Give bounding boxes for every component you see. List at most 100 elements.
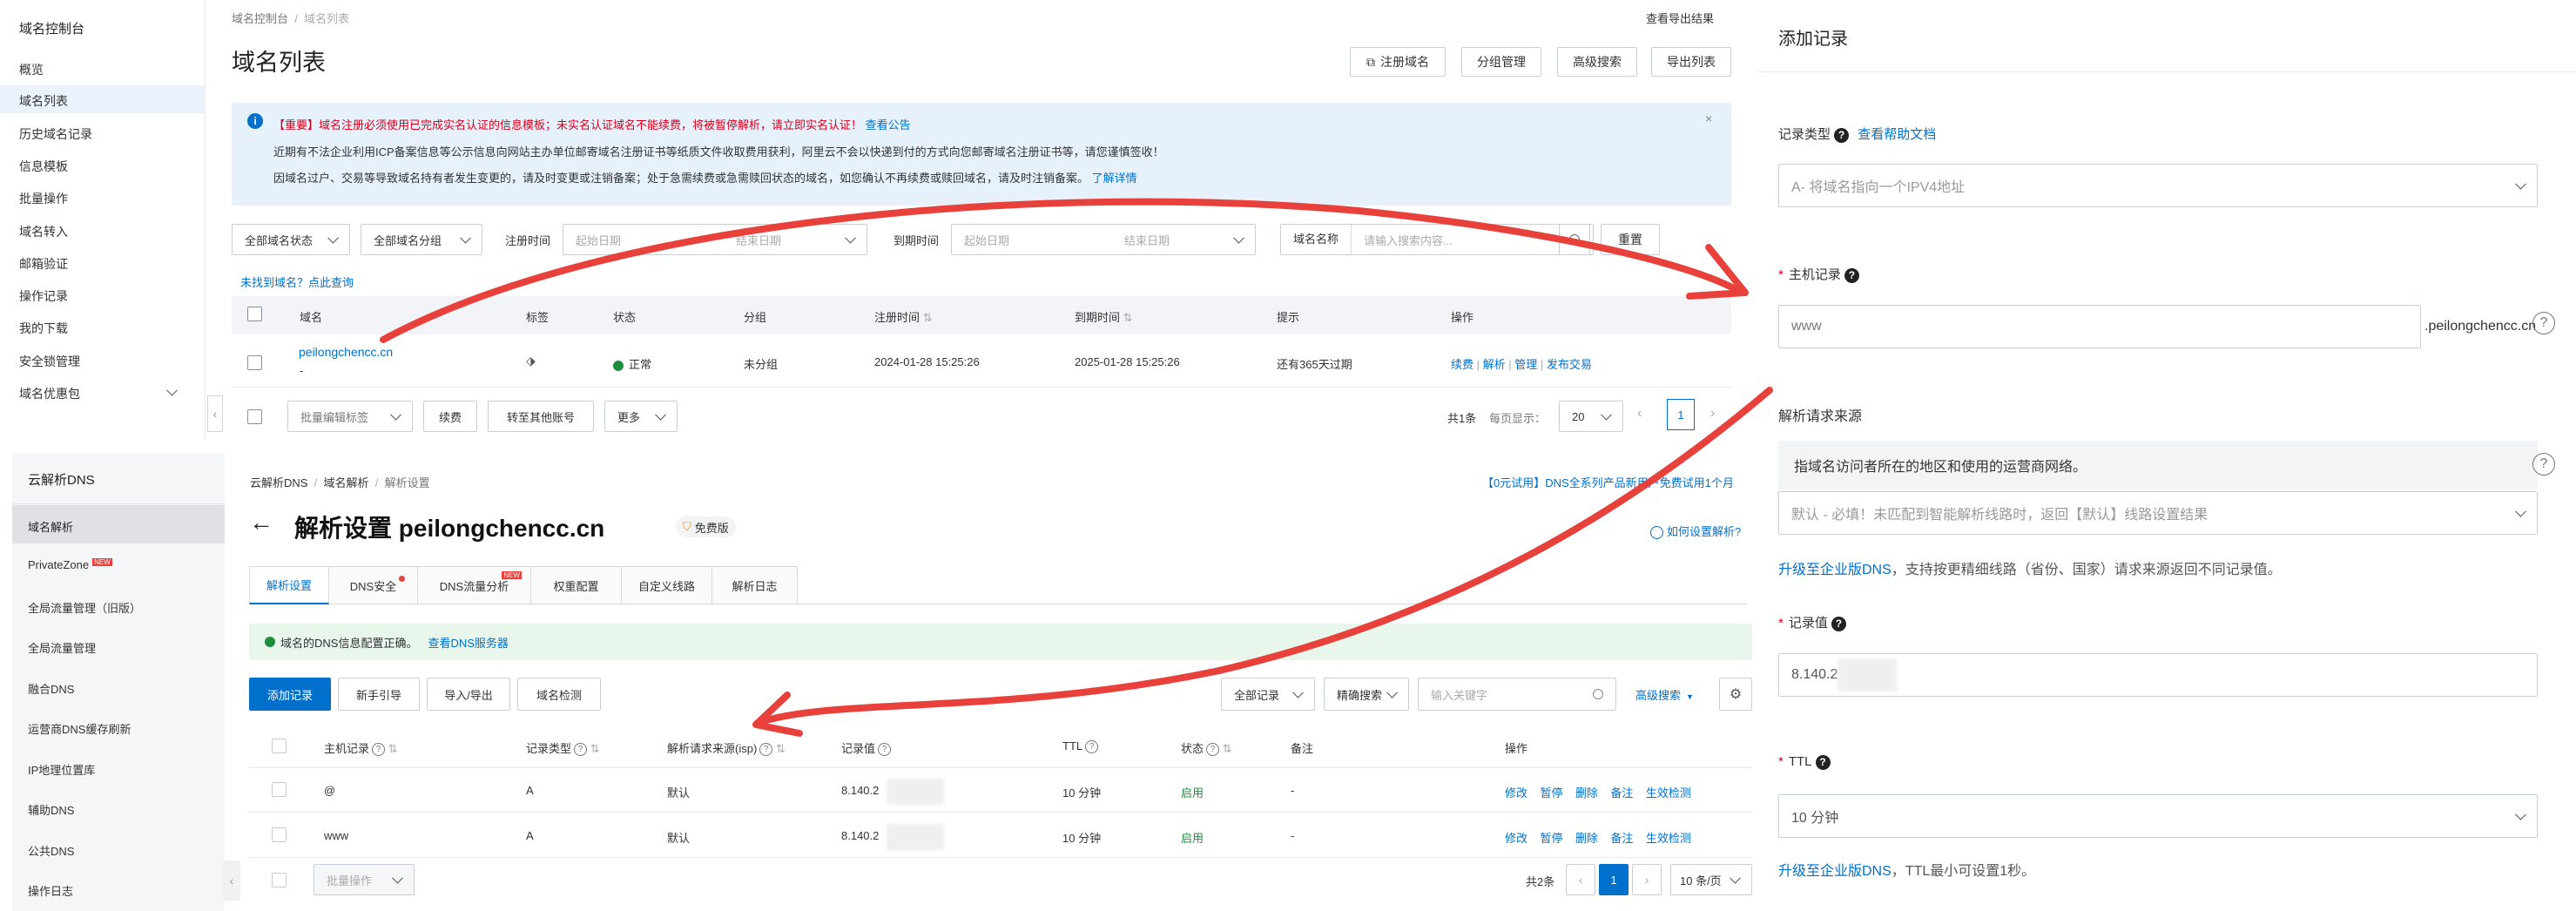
view-dns-servers-link[interactable]: 查看DNS服务器 <box>428 634 508 651</box>
note-link[interactable]: 备注 <box>1610 786 1633 800</box>
close-icon[interactable]: × <box>1705 111 1712 125</box>
help-icon[interactable]: ? <box>1844 267 1859 283</box>
sort-icon[interactable]: ⇅ <box>1219 742 1232 755</box>
chevron-down-icon[interactable] <box>162 383 188 401</box>
sidebar-item-fusion-dns[interactable]: 融合DNS <box>28 680 74 697</box>
pause-link[interactable]: 暂停 <box>1540 832 1562 845</box>
breadcrumb-item[interactable]: 域名控制台 <box>232 12 288 25</box>
sidebar-item-op-log[interactable]: 操作记录 <box>19 287 68 305</box>
howto-link[interactable]: 如何设置解析? <box>1648 523 1741 540</box>
row-checkbox[interactable] <box>247 355 262 370</box>
tab-dns-security[interactable]: DNS安全 <box>329 566 418 604</box>
footer-checkbox[interactable] <box>272 873 287 887</box>
next-page-icon[interactable]: › <box>1710 406 1715 422</box>
prev-page-button[interactable]: ‹ <box>1566 864 1595 895</box>
keyword-search-input[interactable]: 输入关键字 <box>1418 678 1616 711</box>
sidebar-item-template[interactable]: 信息模板 <box>19 158 68 175</box>
page-1-button[interactable]: 1 <box>1599 864 1629 895</box>
isp-select[interactable]: 默认 - 必填！未匹配到智能解析线路时，返回【默认】线路设置结果 <box>1778 491 2538 535</box>
export-list-button[interactable]: 导出列表 <box>1651 47 1731 77</box>
exp-date-range[interactable]: 起始日期 结束日期 <box>951 224 1256 255</box>
sidebar-item-downloads[interactable]: 我的下载 <box>19 320 68 337</box>
sort-icon[interactable]: ⇅ <box>587 742 600 755</box>
next-page-button[interactable]: › <box>1632 864 1662 895</box>
isp-help-icon[interactable]: ? <box>2532 453 2555 476</box>
advanced-search-link[interactable]: 高级搜索 ▼ <box>1635 686 1694 703</box>
host-help-icon[interactable]: ? <box>2532 312 2555 334</box>
batch-ops-select[interactable]: 批量操作 <box>314 864 415 895</box>
tab-resolve-settings[interactable]: 解析设置 <box>249 566 329 604</box>
ttl-select[interactable]: 10 分钟 <box>1778 794 2538 838</box>
add-record-button[interactable]: 添加记录 <box>249 678 331 711</box>
sidebar-item-overview[interactable]: 概览 <box>19 61 44 78</box>
sidebar-item-batch[interactable]: 批量操作 <box>19 190 68 207</box>
records-per-page-select[interactable]: 10 条/页 <box>1670 864 1752 895</box>
select-all-checkbox[interactable] <box>247 307 262 321</box>
host-record-input[interactable]: www <box>1778 305 2421 348</box>
advanced-search-button[interactable]: 高级搜索 <box>1557 47 1637 77</box>
more-select[interactable]: 更多 <box>604 401 678 432</box>
sidebar-item-domain-list[interactable]: 域名列表 <box>19 92 68 110</box>
upgrade-enterprise-link[interactable]: 升级至企业版DNS <box>1778 563 1892 577</box>
import-export-button[interactable]: 导入/导出 <box>427 678 510 711</box>
sidebar-item-lock[interactable]: 安全锁管理 <box>19 353 80 370</box>
newbie-guide-button[interactable]: 新手引导 <box>338 678 420 711</box>
exact-search-select[interactable]: 精确搜索 <box>1324 678 1409 711</box>
export-results-link[interactable]: 查看导出结果 <box>1646 10 1714 26</box>
sidebar-item-cache-refresh[interactable]: 运营商DNS缓存刷新 <box>28 720 131 737</box>
help-icon[interactable]: ? <box>1834 127 1850 143</box>
note-link[interactable]: 备注 <box>1610 832 1633 845</box>
transfer-account-button[interactable]: 转至其他账号 <box>488 401 594 432</box>
help-doc-link[interactable]: 查看帮助文档 <box>1858 127 1936 142</box>
renew-link[interactable]: 续费 <box>1451 358 1473 371</box>
sidebar-item-op-logs[interactable]: 操作日志 <box>28 882 73 899</box>
all-records-select[interactable]: 全部记录 <box>1221 678 1315 711</box>
domain-status-select[interactable]: 全部域名状态 <box>232 224 350 255</box>
sidebar-item-gtm-old[interactable]: 全局流量管理（旧版） <box>28 599 141 616</box>
sidebar-item-transfer-in[interactable]: 域名转入 <box>19 223 68 240</box>
upgrade-enterprise-link[interactable]: 升级至企业版DNS <box>1778 864 1892 879</box>
tab-traffic-analysis[interactable]: DNS流量分析 NEW <box>418 566 531 604</box>
sidebar-item-privatezone[interactable]: PrivateZone NEW <box>28 558 112 571</box>
delete-link[interactable]: 删除 <box>1575 832 1598 845</box>
edit-link[interactable]: 修改 <box>1505 786 1527 800</box>
sidebar-item-secondary-dns[interactable]: 辅助DNS <box>28 801 74 818</box>
footer-select-checkbox[interactable] <box>247 409 262 424</box>
search-button[interactable] <box>1559 224 1590 255</box>
domain-group-select[interactable]: 全部域名分组 <box>361 224 482 255</box>
publish-trade-link[interactable]: 发布交易 <box>1547 358 1592 371</box>
reg-date-range[interactable]: 起始日期 结束日期 <box>563 224 867 255</box>
sidebar-item-public-dns[interactable]: 公共DNS <box>28 842 74 859</box>
register-domain-button[interactable]: ⧉ 注册域名 <box>1350 47 1446 77</box>
tab-weight-config[interactable]: 权重配置 <box>531 566 622 604</box>
pause-link[interactable]: 暂停 <box>1540 786 1562 800</box>
resolve-link[interactable]: 解析 <box>1483 358 1506 371</box>
renew-button[interactable]: 续费 <box>423 401 477 432</box>
sort-icon[interactable]: ⇅ <box>385 742 398 755</box>
search-icon[interactable] <box>1593 689 1603 699</box>
tab-custom-lines[interactable]: 自定义线路 <box>622 566 712 604</box>
notice-link-details[interactable]: 了解详情 <box>1092 172 1137 185</box>
sort-icon[interactable]: ⇅ <box>772 742 786 755</box>
reset-button[interactable]: 重置 <box>1601 224 1660 255</box>
sidebar-item-dns-resolve[interactable]: 域名解析 <box>28 518 73 535</box>
domain-check-button[interactable]: 域名检测 <box>517 678 601 711</box>
breadcrumb-item[interactable]: 域名解析 <box>324 476 369 489</box>
promo-link[interactable]: 【0元试用】DNS全系列产品新用户免费试用1个月 <box>1482 474 1734 490</box>
batch-edit-tags-select[interactable]: 批量编辑标签 <box>287 401 413 432</box>
manage-link[interactable]: 管理 <box>1514 358 1537 371</box>
not-found-link[interactable]: 未找到域名？点此查询 <box>240 273 354 290</box>
sidebar-item-history[interactable]: 历史域名记录 <box>19 125 92 143</box>
select-all-records-checkbox[interactable] <box>272 739 287 753</box>
sidebar-item-gtm[interactable]: 全局流量管理 <box>28 639 96 656</box>
sidebar-item-discount[interactable]: 域名优惠包 <box>19 385 80 402</box>
group-manage-button[interactable]: 分组管理 <box>1461 47 1541 77</box>
sidebar-item-ip-geo[interactable]: IP地理位置库 <box>28 761 95 778</box>
notice-link-announcement[interactable]: 查看公告 <box>866 118 911 132</box>
prev-page-icon[interactable]: ‹ <box>1637 406 1642 422</box>
sort-icon[interactable]: ⇅ <box>1120 311 1133 324</box>
breadcrumb-item[interactable]: 云解析DNS <box>250 476 307 489</box>
effect-check-link[interactable]: 生效检测 <box>1646 832 1691 845</box>
record-row-checkbox[interactable] <box>272 782 287 797</box>
page-1[interactable]: 1 <box>1667 399 1695 430</box>
